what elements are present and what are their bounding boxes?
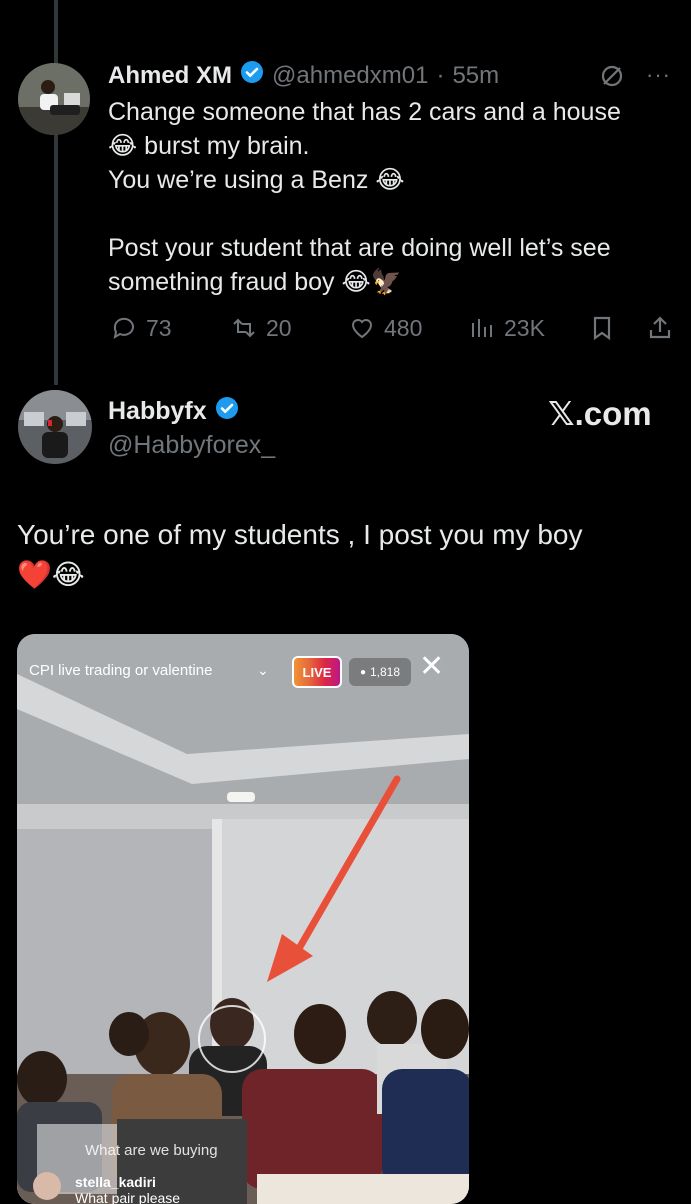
main-tweet-line-2: ❤️😂 (17, 555, 677, 595)
tweet-line-1: Change someone that has 2 cars and a hou… (108, 98, 621, 126)
grok-icon[interactable] (598, 62, 626, 95)
tweet-line-3-text: You we’re using a Benz (108, 166, 369, 194)
repost-button[interactable]: 20 (230, 314, 292, 342)
tweet-timestamp[interactable]: 55m (452, 62, 499, 90)
tweet-line-2: 😂 burst my brain. (108, 129, 668, 163)
laughing-emoji-icon: 😂 (375, 165, 405, 194)
live-comment-1: What are we buying (85, 1142, 218, 1159)
habbyfx-handle[interactable]: @Habbyforex_ (108, 431, 275, 460)
views-button[interactable]: 23K (468, 314, 545, 342)
live-title: CPI live trading or valentine (29, 662, 213, 679)
analytics-icon (472, 319, 492, 337)
heart-icon (351, 319, 373, 339)
eye-icon: ● (359, 666, 366, 678)
eagle-emoji-icon: 🦅 (370, 267, 402, 296)
more-options-icon[interactable]: ··· (646, 62, 671, 88)
thread-connector-line (54, 0, 58, 385)
verified-badge-icon (240, 60, 264, 91)
habbyfx-display-name[interactable]: Habbyfx (108, 397, 207, 426)
red-heart-emoji-icon: ❤️ (17, 558, 52, 591)
view-count: 23K (504, 314, 545, 341)
repost-icon (233, 318, 255, 338)
tweet-line-6-text: something fraud boy (108, 268, 335, 296)
commenter-avatar (33, 1172, 61, 1200)
attached-live-screenshot[interactable]: CPI live trading or valentine ⌄ LIVE ● 1… (17, 634, 469, 1204)
tweet-line-6: something fraud boy 😂🦅 (108, 265, 668, 299)
live-scene-photo (17, 634, 469, 1204)
live-badge: LIVE (292, 656, 342, 688)
reply-button[interactable]: 73 (110, 314, 172, 342)
x-com-watermark: 𝕏.com (548, 395, 652, 432)
laughing-emoji-icon: 😂 (108, 131, 138, 160)
ahmed-handle[interactable]: @ahmedxm01 (272, 62, 428, 90)
quoted-tweet-header: Ahmed XM @ahmedxm01 · 55m (108, 60, 499, 91)
quoted-tweet-body: Change someone that has 2 cars and a hou… (108, 95, 668, 299)
like-count: 480 (384, 314, 423, 341)
tweet-line-2-text: burst my brain. (144, 132, 310, 160)
share-icon (649, 316, 671, 339)
live-comment-2-text: What pair please (75, 1190, 181, 1204)
laughing-emoji-icon: 😂 (341, 267, 371, 296)
main-tweet-line-1: You’re one of my students , I post you m… (17, 519, 583, 550)
like-button[interactable]: 480 (348, 314, 422, 342)
main-tweet-header: Habbyfx (108, 396, 239, 427)
reply-icon (113, 317, 134, 340)
verified-badge-icon (215, 396, 239, 427)
ahmed-avatar[interactable] (18, 63, 90, 135)
ahmed-display-name[interactable]: Ahmed XM (108, 62, 232, 90)
header-separator: · (436, 61, 445, 89)
main-tweet-body: You’re one of my students , I post you m… (17, 515, 677, 595)
viewer-count-badge: ● 1,818 (349, 658, 411, 686)
close-live-button[interactable]: ✕ (419, 652, 444, 682)
tweet-line-3: You we’re using a Benz 😂 (108, 163, 668, 197)
laughing-emoji-icon: 😂 (51, 558, 85, 591)
share-button[interactable] (646, 314, 674, 347)
tweet-line-5: Post your student that are doing well le… (108, 234, 611, 262)
habbyfx-avatar[interactable] (18, 390, 92, 464)
chevron-down-icon[interactable]: ⌄ (257, 662, 269, 679)
bookmark-button[interactable] (588, 314, 616, 347)
reply-count: 73 (146, 314, 172, 341)
bookmark-icon (593, 316, 611, 341)
repost-count: 20 (266, 314, 292, 341)
live-comment-2-user: stella_kadiri (75, 1174, 156, 1190)
viewer-count: 1,818 (370, 665, 401, 679)
